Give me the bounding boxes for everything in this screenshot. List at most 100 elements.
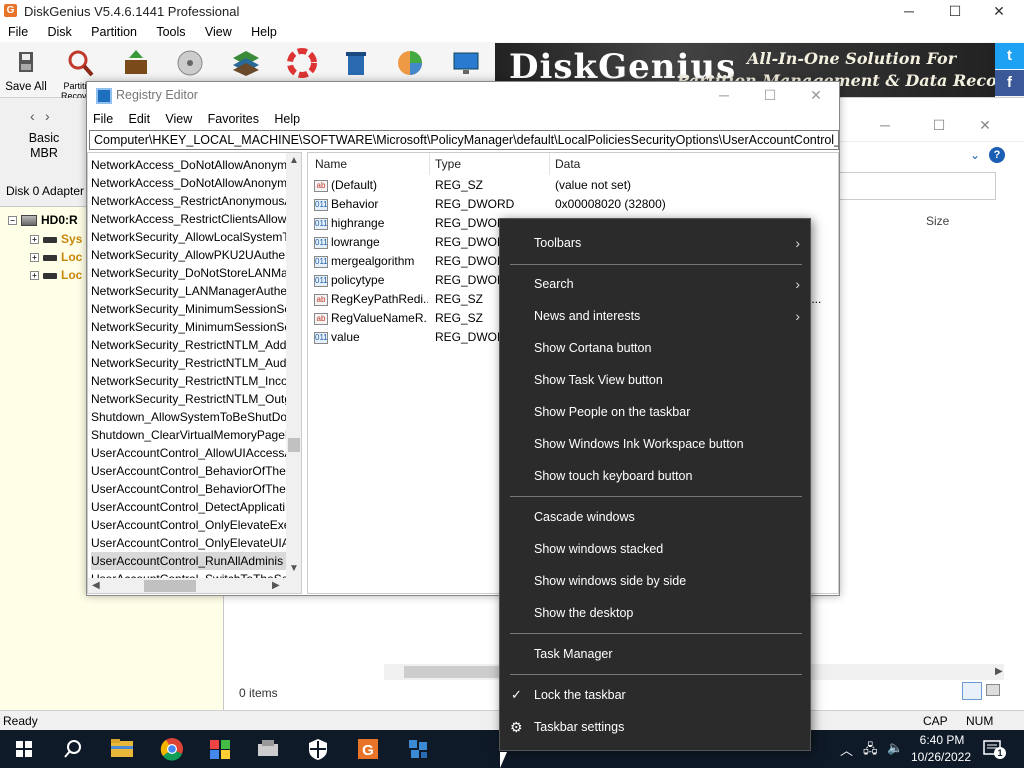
size-column-header[interactable]: Size: [926, 214, 949, 228]
menu-help[interactable]: Help: [243, 22, 285, 39]
column-separator[interactable]: [549, 153, 550, 175]
start-button[interactable]: [0, 730, 48, 768]
network-app-button[interactable]: [244, 730, 292, 768]
registry-key-item[interactable]: Shutdown_AllowSystemToBeShutDov: [91, 408, 286, 426]
key-tree-vscroll[interactable]: ▲ ▼: [286, 153, 301, 578]
context-menu-item[interactable]: Task Manager: [500, 638, 810, 670]
registry-close-button[interactable]: ✕: [793, 82, 839, 108]
context-menu-item[interactable]: News and interests ›: [500, 300, 810, 332]
tray-network-icon[interactable]: 🖧: [863, 740, 878, 762]
save-all-button[interactable]: Save All: [2, 46, 50, 96]
menu-disk[interactable]: Disk: [40, 22, 80, 39]
nav-forward-icon[interactable]: ›: [45, 108, 50, 124]
registry-key-item[interactable]: NetworkAccess_RestrictAnonymousA: [91, 192, 286, 210]
registry-value-row[interactable]: 011 Behavior REG_DWORD 0x00008020 (32800): [308, 195, 838, 214]
expand-icon[interactable]: +: [30, 253, 39, 263]
chevron-down-icon[interactable]: ⌄: [970, 148, 980, 162]
registry-key-item[interactable]: UserAccountControl_RunAllAdminis: [91, 552, 286, 570]
reg-menu-edit[interactable]: Edit: [123, 108, 157, 126]
menu-partition[interactable]: Partition: [83, 22, 145, 39]
help-icon[interactable]: ?: [989, 147, 1005, 163]
context-menu-item[interactable]: Show Cortana button: [500, 332, 810, 364]
column-data-header[interactable]: Data: [555, 157, 580, 171]
registry-key-item[interactable]: UserAccountControl_OnlyElevateExe: [91, 516, 286, 534]
security-button[interactable]: [294, 730, 342, 768]
close-button[interactable]: ✕: [976, 0, 1022, 22]
registry-key-item[interactable]: NetworkSecurity_LANManagerAuthe: [91, 282, 286, 300]
column-name-header[interactable]: Name: [315, 157, 347, 171]
search-button[interactable]: [48, 730, 96, 768]
column-type-header[interactable]: Type: [435, 157, 461, 171]
bg-minimize-button[interactable]: ─: [862, 114, 908, 136]
expand-icon[interactable]: +: [30, 235, 39, 245]
registry-key-item[interactable]: NetworkSecurity_MinimumSessionSe: [91, 318, 286, 336]
context-menu-item[interactable]: Show Task View button: [500, 364, 810, 396]
collapse-icon[interactable]: −: [8, 216, 17, 226]
notification-button[interactable]: 1: [982, 739, 1006, 759]
tree-partition-2[interactable]: + Loc: [30, 250, 82, 264]
key-tree-hscroll[interactable]: ◀ ▶: [88, 578, 301, 593]
context-menu-item[interactable]: Show windows stacked: [500, 533, 810, 565]
registry-key-item[interactable]: Shutdown_ClearVirtualMemoryPageF: [91, 426, 286, 444]
registry-maximize-button[interactable]: ☐: [747, 82, 793, 108]
context-menu-item[interactable]: Show touch keyboard button: [500, 460, 810, 492]
reg-menu-help[interactable]: Help: [268, 108, 306, 126]
expand-icon[interactable]: +: [30, 271, 39, 281]
registry-key-item[interactable]: UserAccountControl_OnlyElevateUIA: [91, 534, 286, 552]
nav-back-icon[interactable]: ‹: [30, 108, 35, 124]
tray-volume-icon[interactable]: 🔈: [887, 740, 903, 756]
registry-key-item[interactable]: NetworkSecurity_RestrictNTLM_Audi: [91, 354, 286, 372]
clock-date[interactable]: 10/26/2022: [906, 750, 976, 764]
context-menu-item[interactable]: Show Windows Ink Workspace button: [500, 428, 810, 460]
registry-value-row[interactable]: ab (Default) REG_SZ (value not set): [308, 176, 838, 195]
context-menu-item[interactable]: Show People on the taskbar: [500, 396, 810, 428]
scroll-left-icon[interactable]: ◀: [92, 580, 100, 591]
context-menu-item[interactable]: Toolbars ›: [500, 227, 810, 259]
context-menu-item[interactable]: Search ›: [500, 268, 810, 300]
background-dialog-address[interactable]: [838, 172, 996, 200]
registry-key-item[interactable]: NetworkSecurity_RestrictNTLM_AddF: [91, 336, 286, 354]
menu-tools[interactable]: Tools: [148, 22, 193, 39]
registry-key-item[interactable]: NetworkAccess_DoNotAllowAnonym: [91, 174, 286, 192]
scroll-thumb[interactable]: [288, 438, 300, 452]
minimize-button[interactable]: ─: [886, 0, 932, 22]
twitter-icon[interactable]: t: [995, 43, 1024, 69]
windows-xp-button[interactable]: [196, 730, 244, 768]
clock-time[interactable]: 6:40 PM: [912, 733, 972, 747]
diskgenius-taskbar-button[interactable]: G: [344, 730, 392, 768]
file-explorer-button[interactable]: [98, 730, 146, 768]
registry-key-item[interactable]: UserAccountControl_BehaviorOfThe: [91, 462, 286, 480]
tree-disk-hd0[interactable]: − HD0:R: [8, 213, 78, 227]
context-menu-item[interactable]: Taskbar settings ⚙: [500, 711, 810, 743]
tree-partition-3[interactable]: + Loc: [30, 268, 82, 282]
scroll-right-icon[interactable]: ▶: [995, 666, 1003, 677]
registry-key-item[interactable]: NetworkAccess_DoNotAllowAnonym: [91, 156, 286, 174]
registry-key-item[interactable]: NetworkSecurity_MinimumSessionSe: [91, 300, 286, 318]
registry-key-item[interactable]: NetworkAccess_RestrictClientsAllow: [91, 210, 286, 228]
registry-key-item[interactable]: UserAccountControl_BehaviorOfThe: [91, 480, 286, 498]
menu-view[interactable]: View: [197, 22, 240, 39]
large-icons-view-icon[interactable]: [986, 684, 1000, 696]
facebook-icon[interactable]: f: [995, 70, 1024, 96]
registry-minimize-button[interactable]: ─: [701, 82, 747, 108]
bg-maximize-button[interactable]: ☐: [916, 114, 962, 136]
registry-key-item[interactable]: NetworkSecurity_AllowLocalSystemT: [91, 228, 286, 246]
maximize-button[interactable]: ☐: [932, 0, 978, 22]
scroll-up-icon[interactable]: ▲: [289, 155, 299, 166]
chrome-button[interactable]: [148, 730, 196, 768]
registry-key-item[interactable]: NetworkSecurity_AllowPKU2UAuther: [91, 246, 286, 264]
bg-close-button[interactable]: ✕: [962, 114, 1008, 136]
context-menu-item[interactable]: Show the desktop: [500, 597, 810, 629]
column-separator[interactable]: [429, 153, 430, 175]
context-menu-item[interactable]: Lock the taskbar ✓: [500, 679, 810, 711]
scroll-down-icon[interactable]: ▼: [289, 563, 299, 574]
context-menu-item[interactable]: Show windows side by side: [500, 565, 810, 597]
scroll-right-icon[interactable]: ▶: [272, 580, 280, 591]
tray-chevron-up-icon[interactable]: ︿: [840, 740, 853, 759]
details-view-icon[interactable]: [962, 682, 982, 700]
registry-taskbar-button[interactable]: [394, 730, 442, 768]
menu-file[interactable]: File: [0, 22, 36, 39]
registry-address-bar[interactable]: Computer\HKEY_LOCAL_MACHINE\SOFTWARE\Mic…: [89, 130, 839, 150]
registry-key-item[interactable]: UserAccountControl_DetectApplicati: [91, 498, 286, 516]
registry-key-item[interactable]: NetworkSecurity_RestrictNTLM_Outg: [91, 390, 286, 408]
